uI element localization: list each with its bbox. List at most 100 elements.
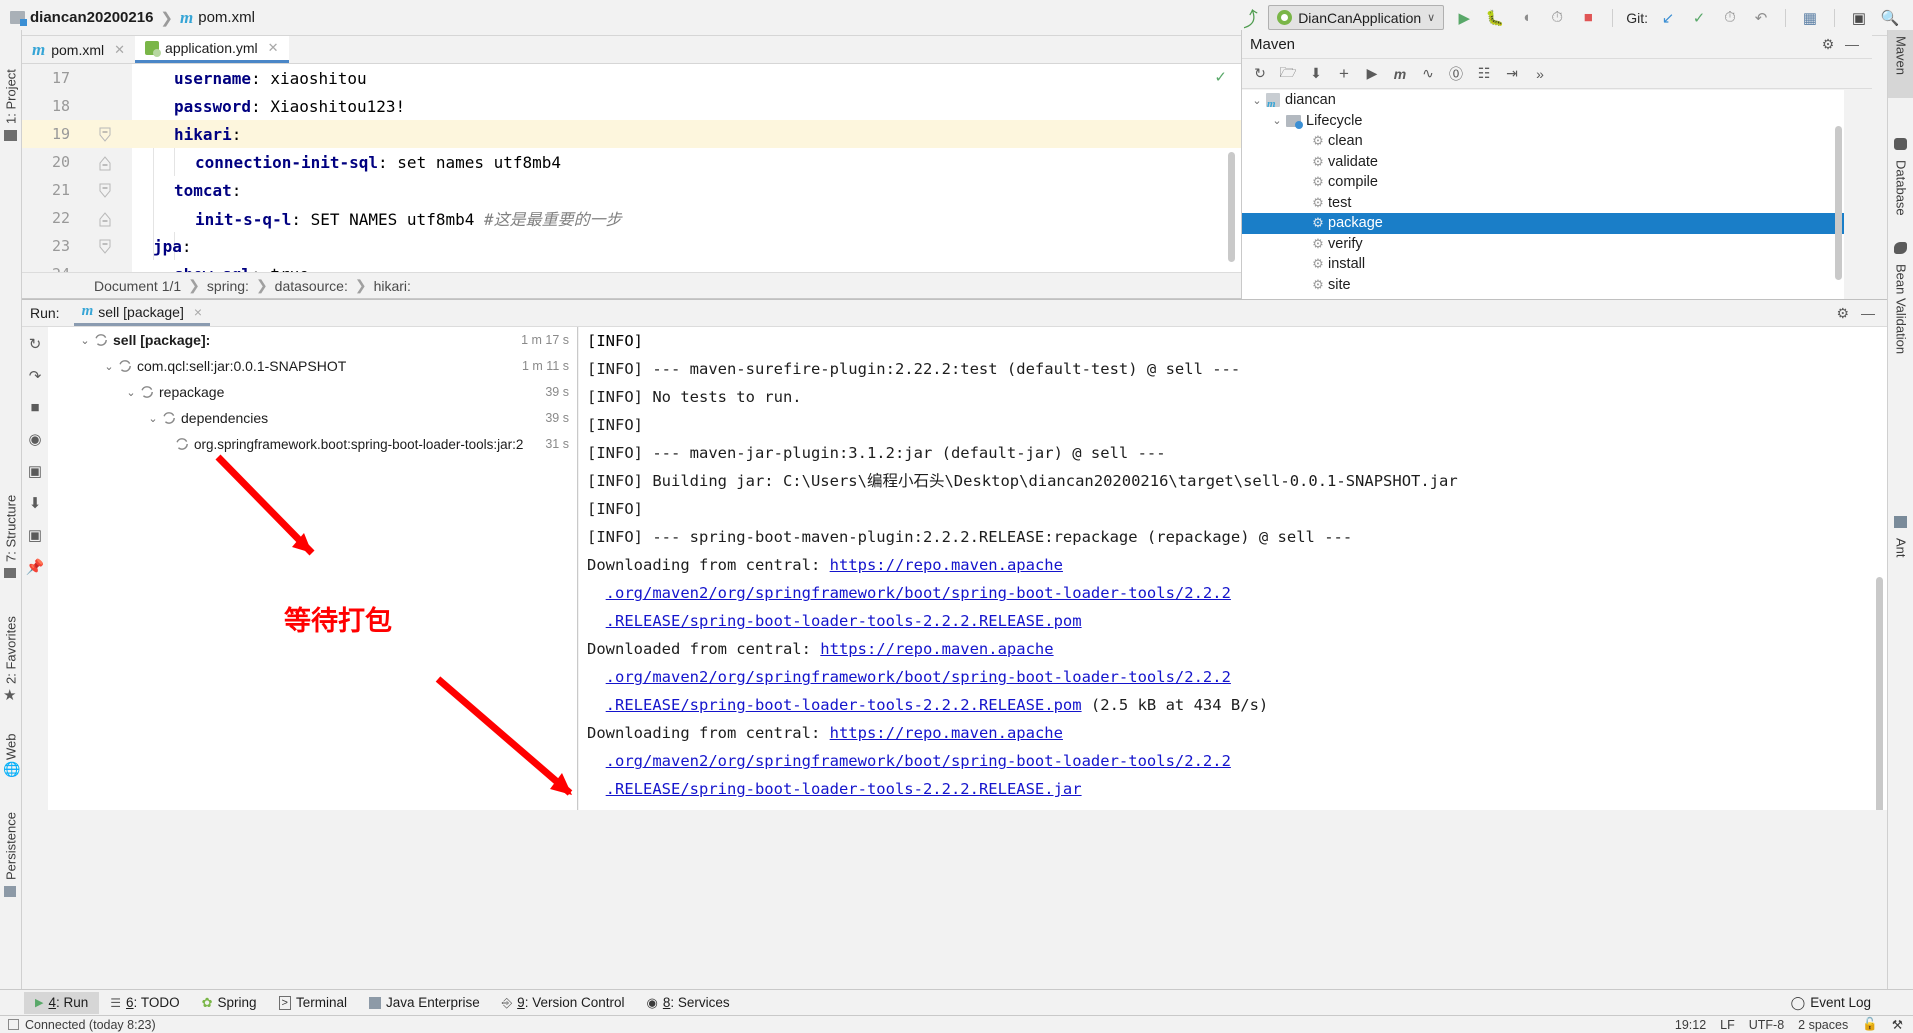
add-maven-project-icon[interactable]: 🗁 [1276,62,1300,86]
bottom-tab-spring[interactable]: ✿ Spring [191,992,268,1014]
console-link[interactable]: https://repo.maven.apache [830,724,1063,742]
project-structure-button[interactable]: ▦ [1799,9,1821,27]
breadcrumb-datasource[interactable]: datasource: [275,278,348,294]
print-button[interactable]: ▣ [28,526,42,544]
gear-icon[interactable]: ⚙ [1816,36,1840,53]
console-link[interactable]: .RELEASE/spring-boot-loader-tools-2.2.2.… [606,780,1082,798]
status-indent[interactable]: 2 spaces [1798,1018,1848,1032]
console-link[interactable]: https://repo.maven.apache [830,556,1063,574]
bottom-tab-run[interactable]: ▶ 4: Run [24,991,100,1014]
close-icon[interactable]: × [194,304,202,320]
sidebar-item-favorites[interactable]: 2: Favorites [0,592,22,684]
status-line-separator[interactable]: LF [1720,1018,1735,1032]
run-with-coverage-button[interactable]: ◖ [1515,9,1537,26]
hammer-icon[interactable]: ⤴ [1238,3,1262,33]
hide-panel-icon[interactable]: — [1840,36,1864,52]
lock-icon[interactable]: 🔓 [1862,1017,1878,1032]
collapse-all-icon[interactable]: ⇥ [1500,65,1524,82]
run-tree-row[interactable]: org.springframework.boot:spring-boot-loa… [48,431,577,457]
maven-goals-tree[interactable]: ⌄ diancan ⌄ Lifecycle ⚙ clean ⚙ validate… [1242,90,1844,299]
run-configuration-selector[interactable]: DianCanApplication ∨ [1268,5,1445,30]
execute-goal-icon[interactable]: m [1388,66,1412,82]
reload-projects-icon[interactable]: ↻ [1248,65,1272,82]
status-caret-position[interactable]: 19:12 [1675,1018,1706,1032]
hide-panel-icon[interactable]: — [1861,305,1875,322]
pin-tab-button[interactable]: 📌 [26,558,45,576]
breadcrumb-hikari[interactable]: hikari: [374,278,411,294]
git-commit-button[interactable]: ✓ [1688,9,1710,27]
status-encoding[interactable]: UTF-8 [1749,1018,1784,1032]
fold-marker-end-icon[interactable] [98,211,112,227]
run-tree-row[interactable]: ⌄ sell [package]: 1 m 17 s [48,327,577,353]
export-button[interactable]: ⬇ [29,494,42,512]
git-history-button[interactable]: ⏱ [1719,9,1741,26]
close-icon[interactable]: ✕ [114,42,125,58]
bottom-tab-services[interactable]: ◉ 8: Services [636,992,741,1014]
console-scrollbar[interactable] [1876,577,1883,810]
maven-goal-install[interactable]: ⚙ install [1242,254,1844,275]
editor-scrollbar[interactable] [1228,152,1235,262]
fold-marker-end-icon[interactable] [98,155,112,171]
search-everywhere-button[interactable]: 🔍 [1879,9,1901,27]
event-log-button[interactable]: ◯ Event Log [1791,995,1913,1011]
chevron-down-icon[interactable]: ⌄ [100,360,118,373]
run-build-tree[interactable]: ⌄ sell [package]: 1 m 17 s ⌄ com.qcl:sel… [48,327,578,810]
console-link[interactable]: .org/maven2/org/springframework/boot/spr… [606,752,1231,770]
fold-marker-open-icon[interactable] [98,183,112,198]
maven-tree-row-diancan[interactable]: ⌄ diancan [1242,90,1844,111]
maven-goal-validate[interactable]: ⚙ validate [1242,152,1844,173]
sidebar-item-ant[interactable]: Ant [1888,532,1913,572]
breadcrumb-document[interactable]: Document 1/1 [94,278,181,294]
console-link[interactable]: .RELEASE/spring-boot-loader-tools-2.2.2.… [606,696,1082,714]
console-link[interactable]: https://repo.maven.apache [820,640,1053,658]
breadcrumb-item-file[interactable]: m pom.xml [180,8,255,28]
run-tree-row[interactable]: ⌄ com.qcl:sell:jar:0.0.1-SNAPSHOT 1 m 11… [48,353,577,379]
add-icon[interactable]: + [1332,64,1356,84]
maven-goal-clean[interactable]: ⚙ clean [1242,131,1844,152]
maven-goal-package[interactable]: ⚙ package [1242,213,1844,234]
fold-marker-open-icon[interactable] [98,239,112,254]
sidebar-item-bean-validation[interactable]: Bean Validation [1888,258,1913,386]
gear-icon[interactable]: ⚙ [1836,305,1849,322]
sidebar-item-persistence[interactable]: Persistence [0,788,22,880]
stop-button[interactable]: ■ [1577,9,1599,26]
rerun-button[interactable]: ↻ [29,335,42,353]
code-editor[interactable]: 17 username: xiaoshitou 18 password: Xia… [22,64,1241,272]
maven-goal-site[interactable]: ⚙ site [1242,275,1844,296]
run-maven-build-icon[interactable]: ▶ [1360,65,1384,82]
download-sources-icon[interactable]: ⬇ [1304,65,1328,82]
editor-tab-application-yml[interactable]: application.yml ✕ [135,36,289,63]
maven-scrollbar[interactable] [1835,126,1842,280]
breadcrumb-item-project[interactable]: diancan20200216 [10,9,153,26]
close-icon[interactable]: ✕ [268,40,279,56]
run-button[interactable]: ▶ [1453,9,1475,27]
bottom-tab-terminal[interactable]: > Terminal [268,992,358,1014]
maven-goal-compile[interactable]: ⚙ compile [1242,172,1844,193]
git-update-button[interactable]: ↙ [1657,9,1679,27]
console-link[interactable]: .org/maven2/org/springframework/boot/spr… [606,584,1231,602]
sidebar-item-web[interactable]: Web [0,716,22,761]
breadcrumb-spring[interactable]: spring: [207,278,249,294]
fold-marker-open-icon[interactable] [98,127,112,142]
toggle-skip-tests-icon[interactable]: ∿ [1416,65,1440,82]
maven-tree-row-lifecycle[interactable]: ⌄ Lifecycle [1242,111,1844,132]
debug-button[interactable]: 🐛 [1484,9,1506,27]
sidebar-item-database[interactable]: Database [1888,154,1913,232]
inspection-icon[interactable]: ⚒ [1892,1017,1903,1032]
editor-tab-pom[interactable]: m pom.xml ✕ [22,36,135,63]
inspection-ok-icon[interactable]: ✓ [1214,68,1227,86]
bottom-tab-version-control[interactable]: ⎆ 9: Version Control [491,992,636,1014]
chevron-down-icon[interactable]: ⌄ [1248,94,1266,107]
toggle-offline-icon[interactable]: ⓪ [1444,64,1468,84]
console-link[interactable]: .org/maven2/org/springframework/boot/spr… [606,668,1231,686]
bottom-tab-todo[interactable]: ☰ 6: TODO [99,992,190,1014]
bottom-tab-java-enterprise[interactable]: Java Enterprise [358,992,491,1014]
chevron-down-icon[interactable]: ⌄ [1268,114,1286,127]
maven-goal-verify[interactable]: ⚙ verify [1242,234,1844,255]
chevron-down-icon[interactable]: ⌄ [76,334,94,347]
screenshot-button[interactable]: ▣ [28,462,42,480]
maven-goal-test[interactable]: ⚙ test [1242,193,1844,214]
run-tree-row[interactable]: ⌄ repackage 39 s [48,379,577,405]
profiler-button[interactable]: ⏱ [1546,9,1568,26]
rerun-failed-tests-button[interactable]: ↷ [29,367,42,385]
